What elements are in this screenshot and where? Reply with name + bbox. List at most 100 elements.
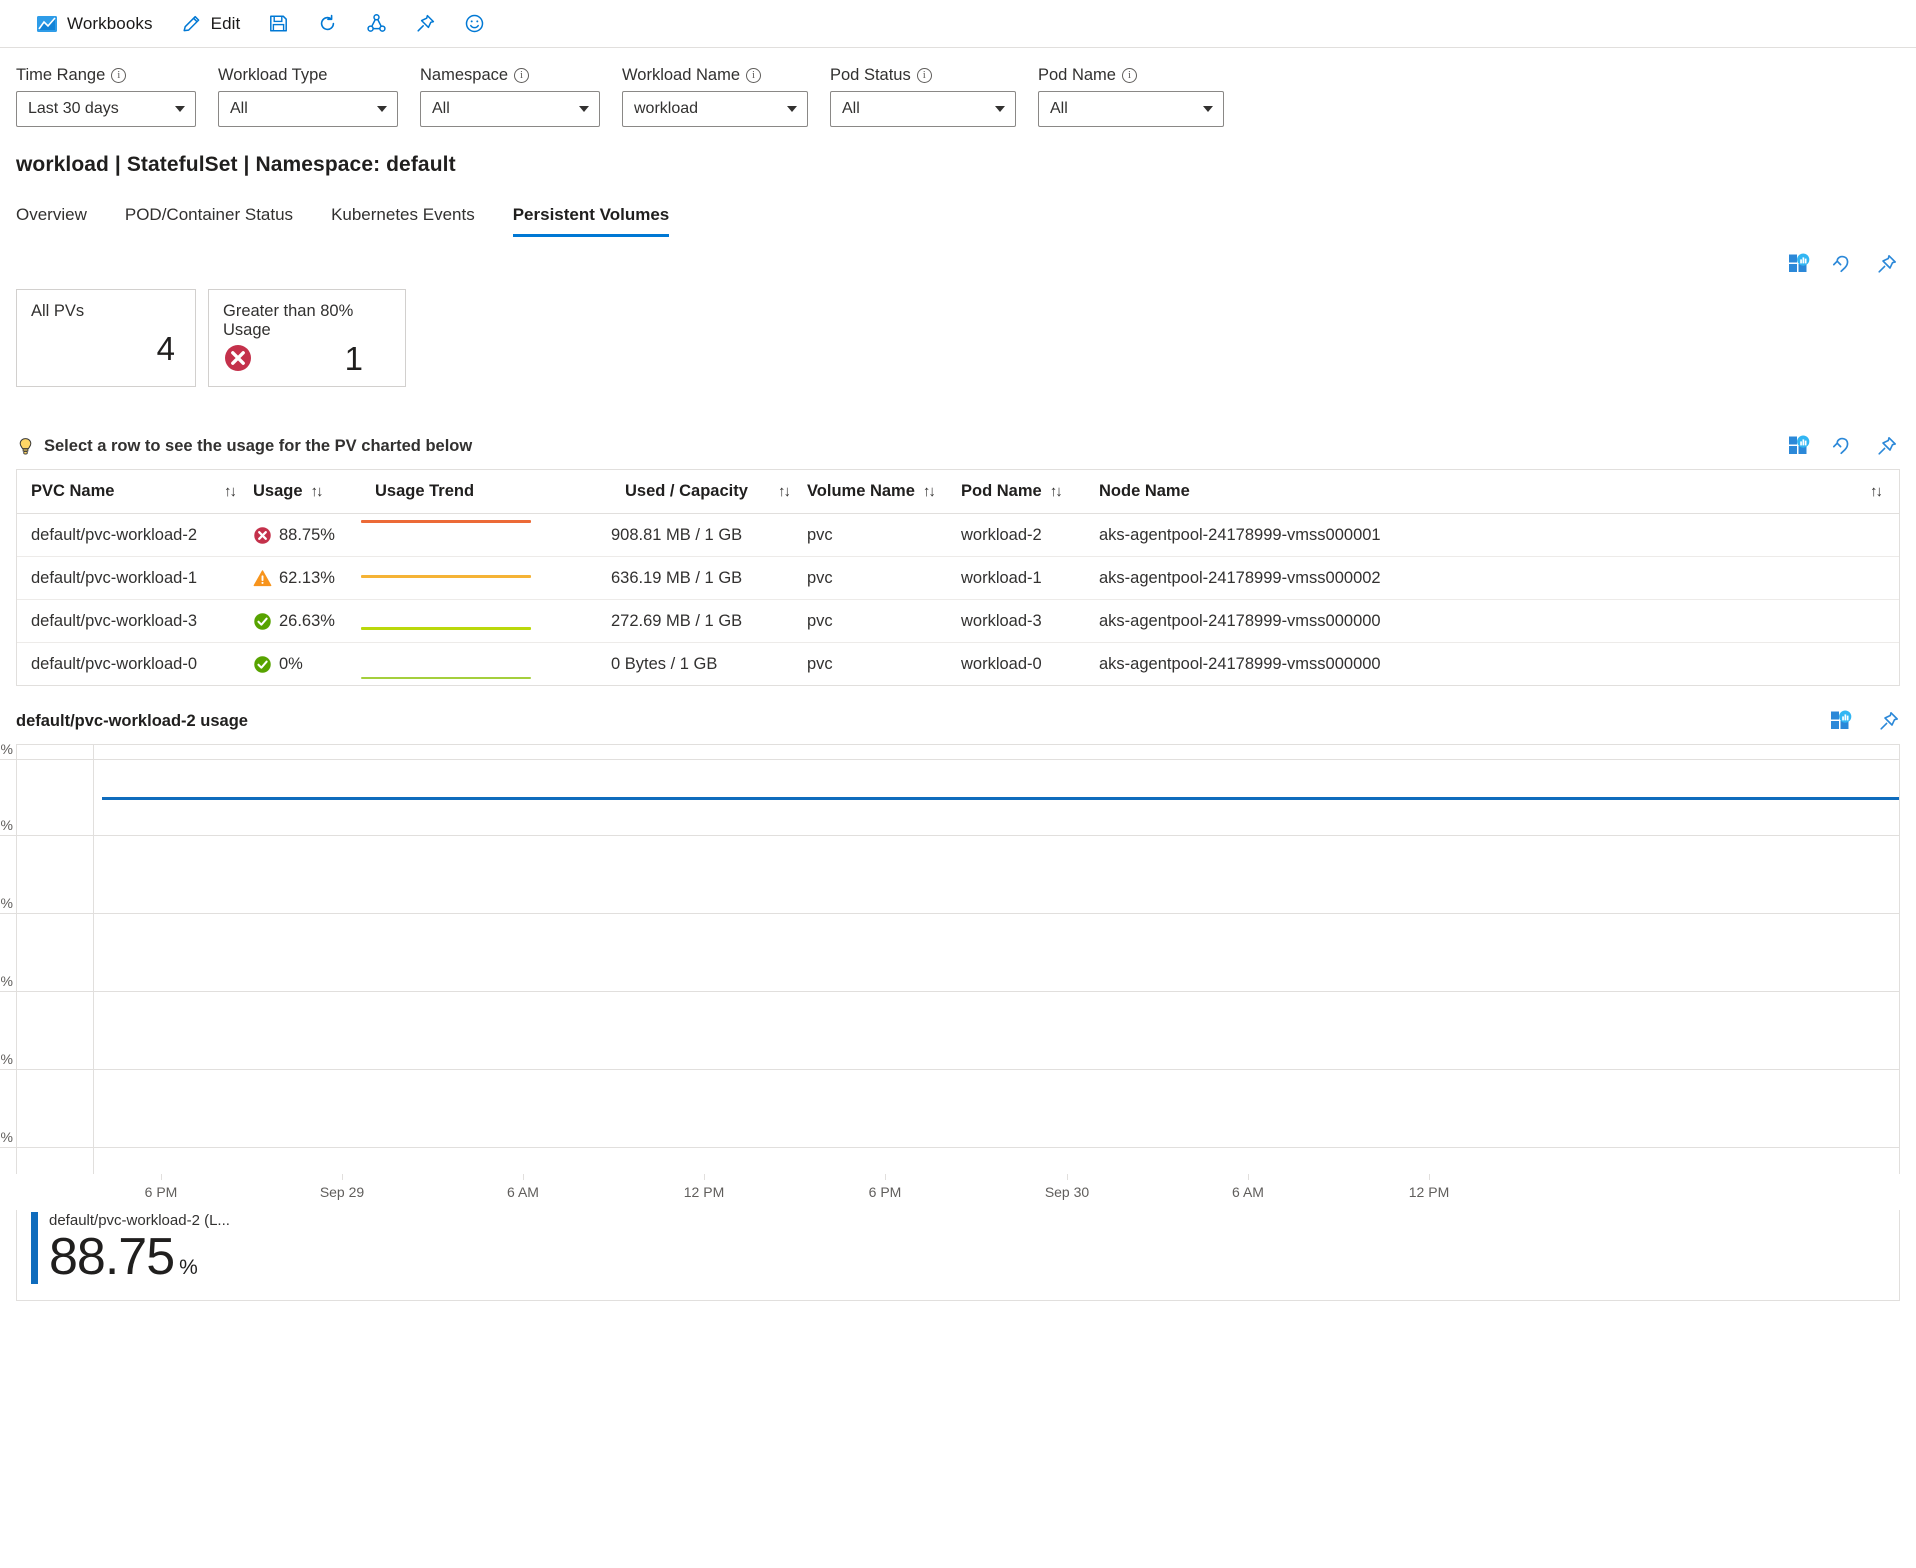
pin-icon xyxy=(415,13,436,34)
info-icon[interactable]: i xyxy=(514,68,529,83)
time-range-select[interactable]: Last 30 days xyxy=(16,91,196,127)
info-icon[interactable]: i xyxy=(746,68,761,83)
edit-button[interactable]: Edit xyxy=(167,4,255,44)
open-chart-icon[interactable] xyxy=(1830,710,1852,732)
workload-name-select[interactable]: workload xyxy=(622,91,808,127)
cell-volume-name: pvc xyxy=(807,514,961,557)
error-status-icon xyxy=(223,343,253,373)
lightbulb-icon xyxy=(16,437,35,456)
info-icon[interactable]: i xyxy=(1122,68,1137,83)
sort-toggle-icon[interactable]: ↑↓ xyxy=(311,483,322,500)
sort-toggle-icon[interactable]: ↑↓ xyxy=(1870,483,1899,500)
series-line-pvc-workload-2 xyxy=(102,797,1899,800)
pod-name-value: All xyxy=(1050,100,1068,118)
cell-node-name: aks-agentpool-24178999-vmss000000 xyxy=(1099,600,1899,643)
pin-icon[interactable] xyxy=(1878,710,1900,732)
cell-usage-trend xyxy=(361,514,611,557)
table-row[interactable]: default/pvc-workload-0 0% xyxy=(17,643,1899,686)
table-row[interactable]: default/pvc-workload-3 26.63% xyxy=(17,600,1899,643)
param-label-text: Namespace xyxy=(420,66,508,85)
tab-pod-container-status[interactable]: POD/Container Status xyxy=(125,199,293,237)
save-button[interactable] xyxy=(254,4,303,44)
x-tick-label: Sep 30 xyxy=(1045,1184,1089,1200)
tile-greater-than-80-usage[interactable]: Greater than 80% Usage 1 xyxy=(208,289,406,387)
sort-toggle-icon[interactable]: ↑↓ xyxy=(923,483,934,500)
tab-label: POD/Container Status xyxy=(125,205,293,224)
usage-chart[interactable]: 100% 80% 60% 40% 20% 0% xyxy=(16,744,1900,1174)
table-row[interactable]: default/pvc-workload-1 62.13% xyxy=(17,557,1899,600)
x-tick-mark xyxy=(1429,1174,1430,1180)
y-tick-label: 20% xyxy=(0,1051,13,1070)
pv-table-container: PVC Name ↑↓ Usage ↑↓ Usage Trend xyxy=(16,469,1900,686)
cell-used-capacity: 908.81 MB / 1 GB xyxy=(611,514,807,557)
cell-pvc-name: default/pvc-workload-0 xyxy=(17,643,253,686)
success-status-icon xyxy=(253,655,272,674)
sort-toggle-icon[interactable]: ↑↓ xyxy=(778,483,807,500)
tile-all-pvs[interactable]: All PVs 4 xyxy=(16,289,196,387)
cell-pod-name: workload-3 xyxy=(961,600,1099,643)
param-pod-status: Pod Status i All xyxy=(830,64,1016,127)
pin-button[interactable] xyxy=(401,4,450,44)
col-pod-name[interactable]: Pod Name ↑↓ xyxy=(961,470,1099,514)
x-tick-label: 6 AM xyxy=(1232,1184,1264,1200)
undo-icon[interactable] xyxy=(1832,435,1854,457)
tile-body: 1 xyxy=(223,340,391,376)
pin-icon[interactable] xyxy=(1876,253,1898,275)
cell-pvc-name: default/pvc-workload-2 xyxy=(17,514,253,557)
open-chart-icon[interactable] xyxy=(1788,435,1810,457)
y-tick-label: 0% xyxy=(0,1129,13,1148)
open-chart-icon[interactable] xyxy=(1788,253,1810,275)
tab-overview[interactable]: Overview xyxy=(16,199,87,237)
y-tick-label: 100% xyxy=(0,741,13,760)
pod-status-select[interactable]: All xyxy=(830,91,1016,127)
workbooks-home-button[interactable]: Workbooks xyxy=(22,4,167,44)
pod-status-value: All xyxy=(842,100,860,118)
table-header-row: PVC Name ↑↓ Usage ↑↓ Usage Trend xyxy=(17,470,1899,514)
chevron-down-icon xyxy=(579,106,589,112)
y-tick-label: 80% xyxy=(0,817,13,836)
col-volume-name[interactable]: Volume Name ↑↓ xyxy=(807,470,961,514)
chevron-down-icon xyxy=(377,106,387,112)
x-tick-label: 12 PM xyxy=(684,1184,724,1200)
param-label-text: Workload Name xyxy=(622,66,740,85)
col-used-capacity[interactable]: Used / Capacity ↑↓ xyxy=(611,470,807,514)
tiles-toolbar xyxy=(16,237,1916,275)
info-icon[interactable]: i xyxy=(111,68,126,83)
sparkline xyxy=(361,557,531,599)
workload-type-select[interactable]: All xyxy=(218,91,398,127)
save-icon xyxy=(268,13,289,34)
pod-name-select[interactable]: All xyxy=(1038,91,1224,127)
share-button[interactable] xyxy=(352,4,401,44)
param-namespace: Namespace i All xyxy=(420,64,600,127)
legend-caption: default/pvc-workload-2 (L... xyxy=(49,1212,230,1229)
x-tick-label: Sep 29 xyxy=(320,1184,364,1200)
feedback-button[interactable] xyxy=(450,4,499,44)
namespace-select[interactable]: All xyxy=(420,91,600,127)
col-pvc-name[interactable]: PVC Name ↑↓ xyxy=(17,470,253,514)
col-node-name[interactable]: Node Name ↑↓ xyxy=(1099,470,1899,514)
pin-icon[interactable] xyxy=(1876,435,1898,457)
tab-persistent-volumes[interactable]: Persistent Volumes xyxy=(513,199,670,237)
usage-value: 0% xyxy=(279,655,303,674)
pencil-icon xyxy=(181,13,202,34)
cell-usage-trend xyxy=(361,557,611,600)
time-range-value: Last 30 days xyxy=(28,100,119,118)
sort-toggle-icon[interactable]: ↑↓ xyxy=(1050,483,1061,500)
col-label: PVC Name xyxy=(31,482,114,501)
warning-status-icon xyxy=(253,569,272,588)
param-label-text: Workload Type xyxy=(218,66,327,85)
refresh-button[interactable] xyxy=(303,4,352,44)
param-label: Workload Type xyxy=(218,64,398,86)
col-usage[interactable]: Usage ↑↓ xyxy=(253,470,361,514)
tab-label: Overview xyxy=(16,205,87,224)
cell-usage-trend xyxy=(361,600,611,643)
param-label: Time Range i xyxy=(16,64,196,86)
x-tick-mark xyxy=(1248,1174,1249,1180)
table-row[interactable]: default/pvc-workload-2 88.75% xyxy=(17,514,1899,557)
feedback-smiley-icon xyxy=(464,13,485,34)
undo-icon[interactable] xyxy=(1832,253,1854,275)
sort-toggle-icon[interactable]: ↑↓ xyxy=(224,483,253,500)
tab-kubernetes-events[interactable]: Kubernetes Events xyxy=(331,199,475,237)
table-head: PVC Name ↑↓ Usage ↑↓ Usage Trend xyxy=(17,470,1899,514)
info-icon[interactable]: i xyxy=(917,68,932,83)
